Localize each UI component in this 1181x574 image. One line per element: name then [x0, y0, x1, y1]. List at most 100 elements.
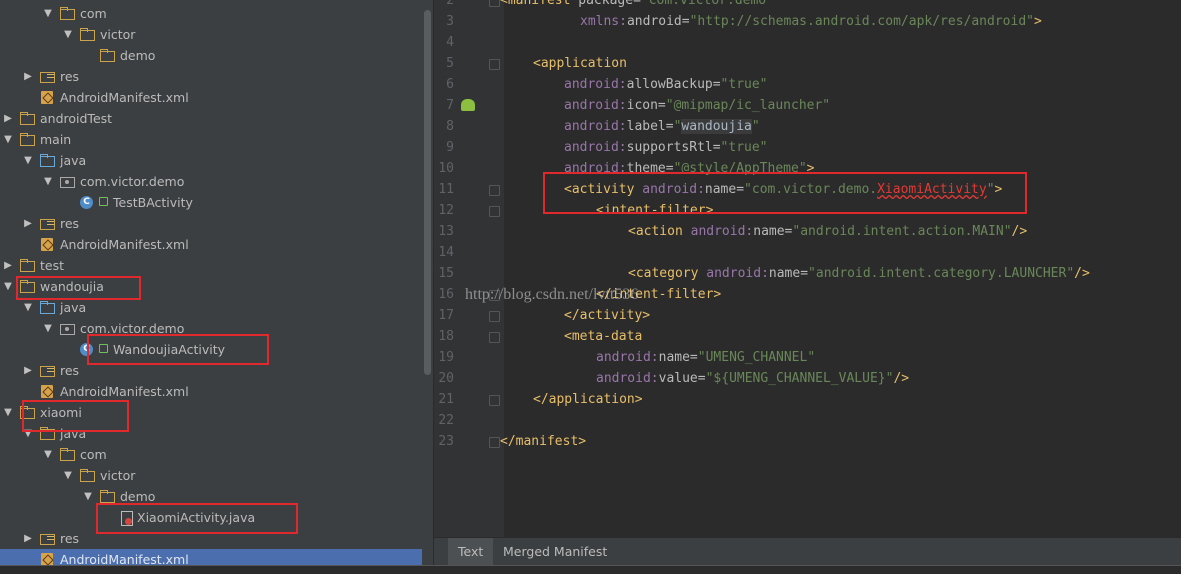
res-folder-icon	[40, 532, 55, 545]
tree-item-label: java	[60, 153, 87, 168]
expand-arrow-icon[interactable]: ▼	[63, 465, 73, 486]
line-number: 13	[438, 224, 454, 239]
line-number: 7	[446, 98, 454, 113]
fold-marker[interactable]	[489, 437, 500, 448]
line-number: 12	[438, 203, 454, 218]
tree-row[interactable]: C TestBActivity	[0, 192, 422, 213]
code-line-8: android:label="wandoujia"	[564, 119, 760, 134]
expand-arrow-icon[interactable]: ▼	[23, 297, 33, 318]
scrollbar-thumb[interactable]	[424, 10, 431, 375]
tree-item-label: com.victor.demo	[80, 174, 185, 189]
tree-row[interactable]: ▼ com	[0, 3, 422, 24]
expand-arrow-icon[interactable]: ▼	[3, 129, 13, 150]
code-line-23: </manifest>	[500, 434, 587, 449]
package-icon	[60, 322, 75, 335]
fold-marker[interactable]	[489, 395, 500, 406]
code-line-18: <meta-data	[564, 329, 643, 344]
tree-row[interactable]: AndroidManifest.xml	[0, 234, 422, 255]
code-line-15: <category android:name="android.intent.c…	[628, 266, 1090, 281]
tree-item-label: com	[80, 6, 107, 21]
tree-row[interactable]: ▶ test	[0, 255, 422, 276]
fold-marker[interactable]	[489, 332, 500, 343]
tree-item-label: TestBActivity	[113, 195, 193, 210]
line-number: 20	[438, 371, 454, 386]
fold-marker[interactable]	[489, 0, 500, 7]
expand-arrow-icon[interactable]: ▼	[43, 444, 53, 465]
expand-arrow-icon[interactable]: ▼	[63, 24, 73, 45]
collapse-arrow-icon[interactable]: ▶	[23, 66, 33, 87]
line-number: 8	[446, 119, 454, 134]
tree-row[interactable]: ▼ victor	[0, 24, 422, 45]
source-folder-icon	[40, 154, 55, 167]
res-folder-icon	[40, 364, 55, 377]
tree-item-label: androidTest	[40, 111, 113, 126]
line-number: 22	[438, 413, 454, 428]
fold-marker[interactable]	[489, 59, 500, 70]
expand-arrow-icon[interactable]: ▼	[83, 486, 93, 507]
xml-file-icon	[40, 91, 55, 104]
folder-icon	[100, 49, 115, 62]
watermark-text: http://blog.csdn.net/lvtt536	[465, 286, 639, 303]
expand-arrow-icon[interactable]: ▼	[3, 402, 13, 423]
tree-row[interactable]: ▶ androidTest	[0, 108, 422, 129]
tree-row[interactable]: demo	[0, 45, 422, 66]
code-line-20: android:value="${UMENG_CHANNEL_VALUE}"/>	[596, 371, 910, 386]
folder-icon	[100, 490, 115, 503]
line-number: 9	[446, 140, 454, 155]
editor-bottom-tabs: Text Merged Manifest	[434, 537, 1181, 566]
collapse-arrow-icon[interactable]: ▶	[23, 213, 33, 234]
code-line-13: <action android:name="android.intent.act…	[628, 224, 1028, 239]
tree-item-label: AndroidManifest.xml	[60, 237, 189, 252]
line-number: 17	[438, 308, 454, 323]
line-number: 16	[438, 287, 454, 302]
line-number: 19	[438, 350, 454, 365]
tree-row[interactable]: AndroidManifest.xml	[0, 381, 422, 402]
expand-arrow-icon[interactable]: ▼	[43, 3, 53, 24]
code-line-3: xmlns:android="http://schemas.android.co…	[580, 14, 1042, 29]
package-icon	[60, 175, 75, 188]
tree-item-label: demo	[120, 48, 156, 63]
tree-row[interactable]: AndroidManifest.xml	[0, 87, 422, 108]
tab-text[interactable]: Text	[448, 538, 494, 566]
project-tree-scrollbar[interactable]	[422, 0, 433, 573]
android-launcher-icon[interactable]	[461, 99, 475, 111]
folder-icon	[20, 259, 35, 272]
collapse-arrow-icon[interactable]: ▶	[23, 360, 33, 381]
expand-arrow-icon[interactable]: ▼	[23, 150, 33, 171]
line-number: 23	[438, 434, 454, 449]
expand-arrow-icon[interactable]: ▼	[43, 171, 53, 192]
tree-row[interactable]: ▶ res	[0, 213, 422, 234]
highlight-box-xiaomi-activity	[96, 503, 298, 534]
fold-marker[interactable]	[489, 185, 500, 196]
res-folder-icon	[40, 70, 55, 83]
res-folder-icon	[40, 217, 55, 230]
expand-arrow-icon[interactable]: ▼	[3, 276, 13, 297]
fold-marker[interactable]	[489, 311, 500, 322]
code-line-9: android:supportsRtl="true"	[564, 140, 768, 155]
tree-item-label: main	[40, 132, 72, 147]
tree-row[interactable]: ▼ main	[0, 129, 422, 150]
collapse-arrow-icon[interactable]: ▶	[3, 255, 13, 276]
highlight-box-activity-line	[543, 172, 1027, 214]
tree-row[interactable]: ▶ res	[0, 66, 422, 87]
tab-merged-manifest[interactable]: Merged Manifest	[493, 538, 617, 566]
tree-row[interactable]: ▼ com	[0, 444, 422, 465]
tree-item-label: AndroidManifest.xml	[60, 384, 189, 399]
line-number: 6	[446, 77, 454, 92]
highlight-box-xiaomi	[22, 400, 129, 432]
code-line-2: <manifest package="com.victor.demo"	[500, 0, 774, 8]
tree-row[interactable]: ▼ java	[0, 297, 422, 318]
collapse-arrow-icon[interactable]: ▶	[23, 528, 33, 549]
tree-row[interactable]: ▼ victor	[0, 465, 422, 486]
collapse-arrow-icon[interactable]: ▶	[3, 108, 13, 129]
line-number: 21	[438, 392, 454, 407]
tree-item-label: com	[80, 447, 107, 462]
tree-row[interactable]: ▼ com.victor.demo	[0, 171, 422, 192]
tree-row[interactable]: ▼ java	[0, 150, 422, 171]
tree-item-label: test	[40, 258, 65, 273]
line-number: 15	[438, 266, 454, 281]
line-number: 14	[438, 245, 454, 260]
line-number: 11	[438, 182, 454, 197]
expand-arrow-icon[interactable]: ▼	[43, 318, 53, 339]
fold-marker[interactable]	[489, 206, 500, 217]
